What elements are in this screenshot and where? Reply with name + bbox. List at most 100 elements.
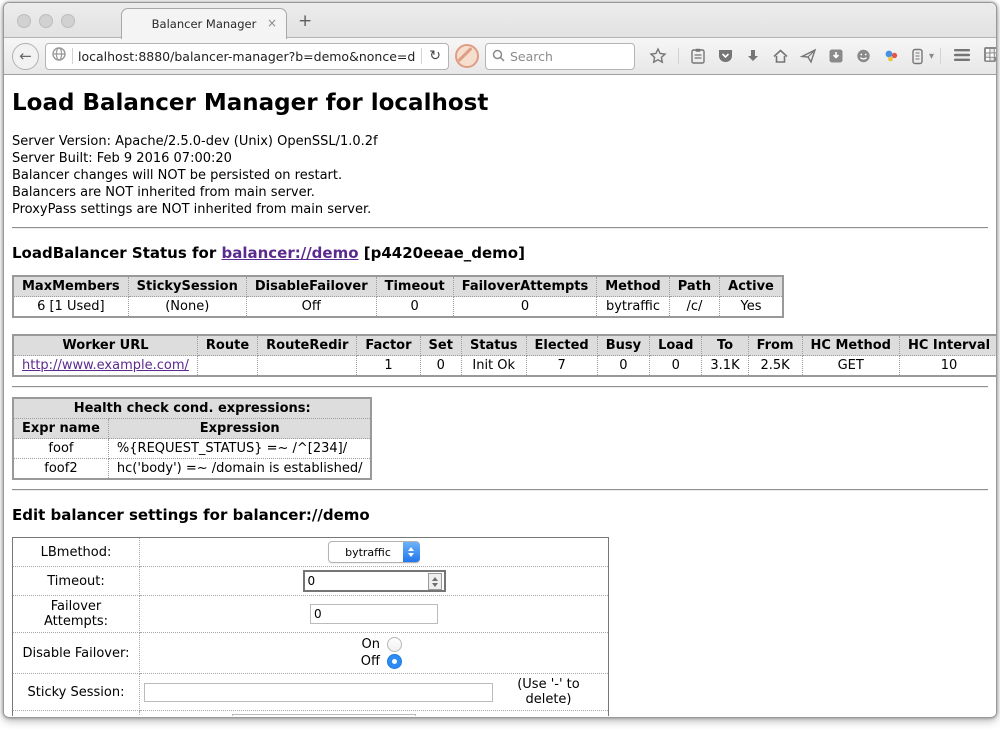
globe-icon xyxy=(51,46,67,66)
inherit-note-line: Balancers are NOT inherited from main se… xyxy=(12,184,988,201)
downloads-icon[interactable] xyxy=(745,48,761,64)
col-header: Worker URL xyxy=(13,335,197,356)
cell-set: 0 xyxy=(420,356,461,377)
mosaic-extension-icon[interactable] xyxy=(983,46,997,67)
edit-settings-heading: Edit balancer settings for balancer://de… xyxy=(12,506,988,524)
cell-method: bytraffic xyxy=(597,297,669,318)
cell-busy: 0 xyxy=(597,356,649,377)
send-tab-icon[interactable] xyxy=(800,48,817,64)
server-version-line: Server Version: Apache/2.5.0-dev (Unix) … xyxy=(12,133,988,150)
number-stepper-icon[interactable] xyxy=(428,573,442,590)
pocket-icon[interactable] xyxy=(717,48,734,64)
cell-maxmembers: 6 [1 Used] xyxy=(13,297,128,318)
divider xyxy=(12,227,988,229)
colorful-extension-icon[interactable] xyxy=(883,48,900,64)
search-placeholder: Search xyxy=(510,49,553,64)
balancer-status-table: MaxMembers StickySession DisableFailover… xyxy=(12,275,784,318)
tab-close-icon[interactable]: × xyxy=(267,17,277,29)
back-button[interactable]: ← xyxy=(12,43,39,70)
col-header: RouteRedir xyxy=(258,335,357,356)
menu-hamburger-icon[interactable] xyxy=(953,47,971,66)
proxypass-note-line: ProxyPass settings are NOT inherited fro… xyxy=(12,201,988,218)
tab-title: Balancer Manager xyxy=(152,17,257,31)
worker-url-link[interactable]: http://www.example.com/ xyxy=(22,358,189,373)
sticky-session-input[interactable] xyxy=(144,683,493,702)
url-bar[interactable]: localhost:8880/balancer-manager?b=demo&n… xyxy=(45,43,449,70)
page-title: Load Balancer Manager for localhost xyxy=(12,90,988,116)
reload-icon[interactable]: ↻ xyxy=(427,48,443,64)
container-extension-icon[interactable] xyxy=(911,48,924,65)
minimize-window-button[interactable] xyxy=(39,14,53,28)
radio-on[interactable] xyxy=(387,637,402,652)
radio-on-label: On xyxy=(362,636,380,653)
cell-load: 0 xyxy=(650,356,702,377)
cell-expr-name: foof2 xyxy=(13,459,108,480)
col-header: Set xyxy=(420,335,461,356)
persist-note-line: Balancer changes will NOT be persisted o… xyxy=(12,167,988,184)
radio-off-selected[interactable] xyxy=(387,654,402,669)
lbmethod-select[interactable]: bytraffic xyxy=(328,541,420,563)
select-stepper-icon xyxy=(403,542,420,562)
cell-from: 2.5K xyxy=(748,356,802,377)
disable-failover-label: Disable Failover: xyxy=(13,633,140,674)
toolbar-icons: ▾ xyxy=(649,47,934,65)
content-blocked-icon[interactable] xyxy=(455,44,479,68)
search-icon xyxy=(492,47,505,66)
back-icon: ← xyxy=(19,47,32,65)
col-header: FailoverAttempts xyxy=(453,276,597,297)
col-header: Method xyxy=(597,276,669,297)
tab-balancer-manager[interactable]: Balancer Manager × xyxy=(121,8,287,39)
balancer-demo-link[interactable]: balancer://demo xyxy=(221,244,358,262)
sticky-session-label: Sticky Session: xyxy=(13,674,140,711)
cell-timeout: 0 xyxy=(376,297,453,318)
col-header: Factor xyxy=(357,335,420,356)
save-to-box-icon[interactable] xyxy=(828,48,844,64)
chat-smiley-icon[interactable] xyxy=(855,48,872,64)
worker-status-table: Worker URL Route RouteRedir Factor Set S… xyxy=(12,334,996,377)
timeout-input[interactable] xyxy=(303,570,446,592)
col-header: Busy xyxy=(597,335,649,356)
cell-to: 3.1K xyxy=(702,356,748,377)
col-header: StickySession xyxy=(128,276,246,297)
col-header: DisableFailover xyxy=(246,276,376,297)
cell-expr-name: foof xyxy=(13,439,108,459)
bookmark-star-icon[interactable] xyxy=(649,47,667,65)
server-info: Server Version: Apache/2.5.0-dev (Unix) … xyxy=(12,133,988,218)
reading-list-icon[interactable] xyxy=(690,48,706,65)
add-worker-input[interactable] xyxy=(232,714,416,716)
col-header: Status xyxy=(461,335,526,356)
table-row: foof2 hc('body') =~ /domain is establish… xyxy=(13,459,371,480)
lbmethod-label: LBmethod: xyxy=(13,538,140,567)
zoom-window-button[interactable] xyxy=(61,14,75,28)
status-heading-suffix: [p4420eeae_demo] xyxy=(359,244,525,262)
cell-status: Init Ok xyxy=(461,356,526,377)
chevron-down-icon[interactable]: ▾ xyxy=(929,51,934,62)
sticky-session-hint: (Use '-' to delete) xyxy=(493,677,604,707)
col-header: HC Interval xyxy=(899,335,996,356)
edit-balancer-form: LBmethod: bytraffic Timeout: xyxy=(12,537,609,716)
new-tab-button[interactable]: + xyxy=(298,11,312,31)
cell-expression: hc('body') =~ /domain is established/ xyxy=(108,459,371,480)
browser-window: Balancer Manager × + ← localhost:8880/ba… xyxy=(3,2,997,718)
col-header: Timeout xyxy=(376,276,453,297)
col-header: Expr name xyxy=(13,419,108,439)
status-heading-prefix: LoadBalancer Status for xyxy=(12,244,221,262)
url-separator xyxy=(72,48,73,64)
url-text[interactable]: localhost:8880/balancer-manager?b=demo&n… xyxy=(78,49,416,64)
table-row: http://www.example.com/ 1 0 Init Ok 7 0 … xyxy=(13,356,996,377)
col-header: Elected xyxy=(526,335,597,356)
search-bar[interactable]: Search xyxy=(485,43,635,70)
cell-elected: 7 xyxy=(526,356,597,377)
close-window-button[interactable] xyxy=(17,14,31,28)
table-row: 6 [1 Used] (None) Off 0 0 bytraffic /c/ … xyxy=(13,297,783,318)
col-header: Route xyxy=(197,335,257,356)
toolbar-separator-2 xyxy=(940,48,941,64)
col-header: HC Method xyxy=(802,335,899,356)
col-header: Active xyxy=(720,276,783,297)
divider xyxy=(12,386,988,388)
timeout-label: Timeout: xyxy=(13,567,140,596)
home-icon[interactable] xyxy=(772,48,789,64)
failover-attempts-input[interactable] xyxy=(310,604,438,624)
add-new-worker-label: Add New Worker: xyxy=(13,711,140,717)
cell-active: Yes xyxy=(720,297,783,318)
